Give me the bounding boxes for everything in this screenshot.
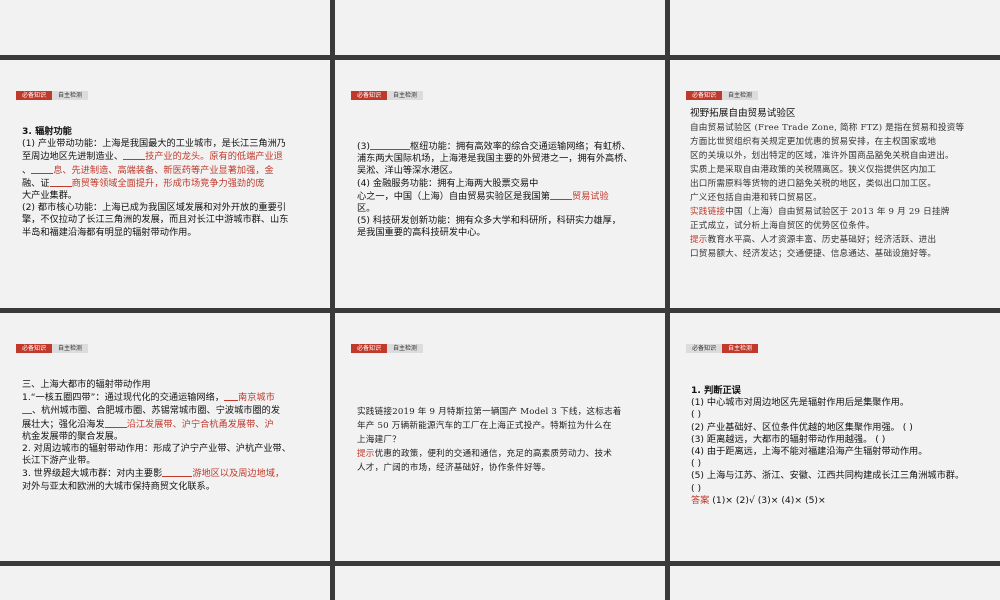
- text-line: 、息、先进制造、高端装备、新医药等产业显著加强，金: [22, 163, 274, 176]
- tab-zizhu[interactable]: 自主检测: [722, 344, 759, 353]
- tab-zizhu[interactable]: 自主检测: [387, 344, 424, 353]
- text-line: (2) 都市核心功能：上海已成为我国区域发展和对外开放的重要引: [22, 202, 286, 214]
- text-line: 3. 世界级超大城市群：对内主要影 游地区以及周边地域，: [22, 467, 285, 480]
- slide-tabs: 必备知识 自主检测: [16, 91, 89, 100]
- answer-line: 答案 (1)× (2)√ (3)× (4)× (5)×: [691, 495, 986, 507]
- slide-top-left: [0, 0, 330, 55]
- text-line: 浦东两大国际机场，上海港是我国主要的外贸港之一，拥有外高桥、: [357, 153, 633, 165]
- slide-bottom-middle: [335, 566, 665, 600]
- tab-zizhu[interactable]: 自主检测: [387, 91, 424, 100]
- slide-body: 实践链接2019 年 9 月特斯拉第一辆国产 Model 3 下线，这标志着 年…: [357, 405, 651, 475]
- slide-tabs: 必备知识 自主检测: [351, 91, 424, 100]
- text-line: 至周边地区先进制造业、 技产业的龙头。原有的低端产业退: [22, 150, 283, 163]
- text-line: 杭金发展带的聚合发展。: [22, 430, 124, 442]
- tab-bibei[interactable]: 必备知识: [351, 91, 388, 100]
- slide-bottom-left: [0, 566, 330, 600]
- text-line: 擎，不仅拉动了长江三角洲的发展，而且对长江中游城市群、山东: [22, 214, 289, 226]
- question-3: (3) 距离越远，大都市的辐射带动作用越强。 ( ): [691, 433, 886, 445]
- section-heading: 三、上海大都市的辐射带动作用: [22, 379, 151, 390]
- text-line: 上海建厂？: [357, 435, 401, 445]
- text-line: 展壮大；强化沿海发 沿江发展带、沪宁合杭甬发展带、沪: [22, 417, 274, 430]
- tab-bibei[interactable]: 必备知识: [16, 344, 53, 353]
- tab-zizhu[interactable]: 自主检测: [722, 91, 759, 100]
- slide-self-check[interactable]: 必备知识 自主检测 1. 判断正误 (1) 中心城市对周边地区先是辐射作用后是集…: [670, 313, 1000, 561]
- text-line: 1.“一核五圈四带”：通过现代化的交通运输网络， 南京城市: [22, 391, 275, 404]
- question-4: (4) 由于距离远，上海不能对福建沿海产生辐射带动作用。: [691, 446, 928, 458]
- section-heading: 1. 判断正误: [691, 385, 741, 396]
- slide-tesla-practice[interactable]: 必备知识 自主检测 实践链接2019 年 9 月特斯拉第一辆国产 Model 3…: [335, 313, 665, 561]
- text-line: (3) 枢纽功能：拥有高效率的综合交通运输网络；有虹桥、: [357, 140, 631, 152]
- practice-link-label: 实践链接: [690, 207, 726, 218]
- slide-body: 3. 辐射功能 (1) 产业带动功能：上海是我国最大的工业城市，是长江三角洲乃 …: [22, 126, 316, 239]
- slide-top-middle: [335, 0, 665, 55]
- slide-body: 1. 判断正误 (1) 中心城市对周边地区先是辐射作用后是集聚作用。 ( ) (…: [691, 385, 986, 507]
- tab-zizhu[interactable]: 自主检测: [52, 91, 89, 100]
- tab-bibei[interactable]: 必备知识: [686, 91, 723, 100]
- slide-ftz-extension[interactable]: 必备知识 自主检测 视野拓展自由贸易试验区 自由贸易试验区 (Free Trad…: [670, 60, 1000, 308]
- text-line: 长江下游产业带。: [22, 455, 96, 467]
- text-line: 心之一，中国（上海）自由贸易实验区是我国第 贸易试验: [357, 189, 609, 202]
- text-line: (5) 科技研发创新功能：拥有众多大学和科研所，科研实力雄厚，: [357, 215, 621, 227]
- text-line: 、杭州城市圈、合肥城市圈、苏锡常城市圈、宁波城市圈的发: [22, 404, 316, 417]
- tab-bibei[interactable]: 必备知识: [351, 344, 388, 353]
- text-line: 人才，广阔的市场，经济基础好，协作条件好等。: [357, 463, 551, 473]
- question-2: (2) 产业基础好、区位条件优越的地区集聚作用强。 ( ): [691, 421, 913, 433]
- tab-bibei[interactable]: 必备知识: [686, 344, 723, 353]
- text-line: 融、证 商贸等领域全面提升，形成市场竞争力强劲的庞: [22, 176, 265, 189]
- text-line: 年产 50 万辆新能源汽车的工厂在上海正式投产。特斯拉为什么在: [357, 421, 612, 431]
- question-4-blank: ( ): [691, 458, 702, 470]
- slide-body: (3) 枢纽功能：拥有高效率的综合交通运输网络；有虹桥、 浦东两大国际机场，上海港…: [357, 140, 651, 240]
- text-line: 对外与亚太和欧洲的大城市保持商贸文化联系。: [22, 480, 215, 492]
- question-1-blank: ( ): [691, 409, 702, 421]
- slide-shanghai-radiation[interactable]: 必备知识 自主检测 三、上海大都市的辐射带动作用 1.“一核五圈四带”：通过现代…: [0, 313, 330, 561]
- answer-text: (1)× (2)√ (3)× (4)× (5)×: [712, 494, 826, 506]
- hint-label: 提示: [357, 449, 375, 459]
- tab-zizhu[interactable]: 自主检测: [52, 344, 89, 353]
- question-5-blank: ( ): [691, 482, 702, 494]
- slide-top-right: [670, 0, 1000, 55]
- text-line: 是我国重要的高科技研发中心。: [357, 227, 486, 239]
- text-line: (4) 金融服务功能：拥有上海两大股票交易中: [357, 177, 539, 189]
- text-line: 吴淞、洋山等深水港区。: [357, 165, 459, 177]
- hint-label: 提示: [690, 235, 708, 246]
- slide-transport-finance[interactable]: 必备知识 自主检测 (3) 枢纽功能：拥有高效率的综合交通运输网络；有虹桥、 浦东…: [335, 60, 665, 308]
- slide-tabs: 必备知识 自主检测: [351, 344, 424, 353]
- ftz-paragraph: 自由贸易试验区 (Free Trade Zone, 简称 FTZ) 是指在贸易和…: [690, 123, 965, 260]
- slide-bottom-right: [670, 566, 1000, 600]
- slide-body: 视野拓展自由贸易试验区 自由贸易试验区 (Free Trade Zone, 简称…: [690, 108, 986, 261]
- question-1: (1) 中心城市对周边地区先是辐射作用后是集聚作用。: [691, 397, 910, 409]
- slide-radiation-functions[interactable]: 必备知识 自主检测 3. 辐射功能 (1) 产业带动功能：上海是我国最大的工业城…: [0, 60, 330, 308]
- section-title: 视野拓展自由贸易试验区: [690, 108, 796, 119]
- slide-body: 三、上海大都市的辐射带动作用 1.“一核五圈四带”：通过现代化的交通运输网络，南…: [22, 379, 316, 493]
- slide-tabs: 必备知识 自主检测: [16, 344, 89, 353]
- text-line: 大产业集群。: [22, 190, 78, 202]
- question-5: (5) 上海与江苏、浙江、安徽、江西共同构建成长江三角洲城市群。: [691, 470, 965, 482]
- text-line: 半岛和福建沿海都有明显的辐射带动作用。: [22, 226, 197, 238]
- slide-tabs: 必备知识 自主检测: [686, 91, 759, 100]
- text-line: 区。: [357, 203, 376, 215]
- answer-label: 答案: [691, 494, 710, 506]
- tab-bibei[interactable]: 必备知识: [16, 91, 53, 100]
- practice-link-label: 实践链接: [357, 407, 393, 417]
- text-line: (1) 产业带动功能：上海是我国最大的工业城市，是长江三角洲乃: [22, 138, 286, 150]
- section-heading: 3. 辐射功能: [22, 126, 72, 137]
- slide-tabs: 必备知识 自主检测: [686, 344, 759, 353]
- text-line: 2. 对周边城市的辐射带动作用：形成了沪宁产业带、沪杭产业带、: [22, 443, 291, 455]
